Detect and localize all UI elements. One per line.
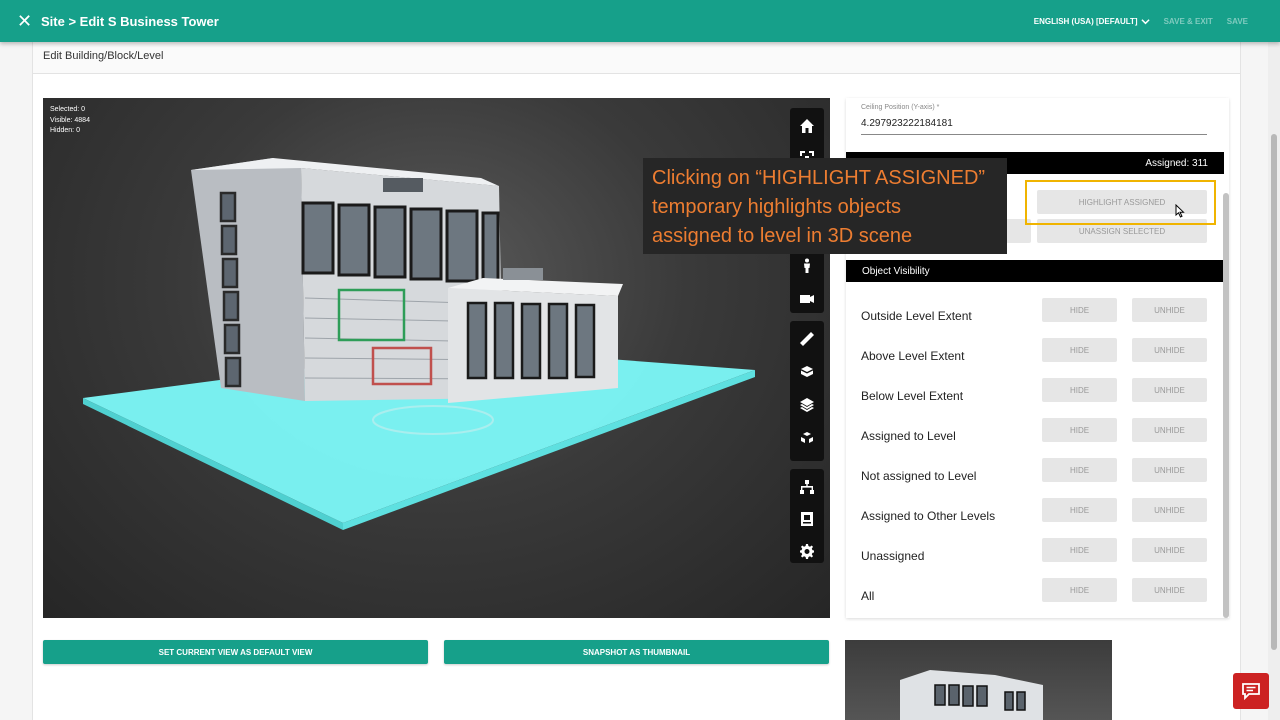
hierarchy-icon[interactable] xyxy=(797,477,817,497)
save-button[interactable]: SAVE xyxy=(1227,17,1248,26)
explode-icon[interactable] xyxy=(797,429,817,449)
set-default-view-button[interactable]: SET CURRENT VIEW AS DEFAULT VIEW xyxy=(43,640,428,664)
hide-button[interactable]: HIDE xyxy=(1042,298,1117,322)
hide-button[interactable]: HIDE xyxy=(1042,458,1117,482)
visibility-row-label: Outside Level Extent xyxy=(861,309,972,323)
hide-button[interactable]: HIDE xyxy=(1042,418,1117,442)
visibility-row: Assigned to Other Levels HIDE UNHIDE xyxy=(846,498,1224,538)
settings-icon[interactable] xyxy=(797,541,817,561)
language-label: ENGLISH (USA) [DEFAULT] xyxy=(1033,16,1138,26)
toolbar-group-tools xyxy=(790,321,824,461)
card-title: Edit Building/Block/Level xyxy=(33,42,1240,74)
visibility-row: All HIDE UNHIDE xyxy=(846,578,1224,618)
tutorial-callout: Clicking on “HIGHLIGHT ASSIGNED” tempora… xyxy=(643,158,1007,254)
callout-line-1: Clicking on “HIGHLIGHT ASSIGNED” xyxy=(652,167,986,189)
save-exit-button[interactable]: SAVE & EXIT xyxy=(1164,17,1213,26)
language-selector[interactable]: ENGLISH (USA) [DEFAULT] xyxy=(1034,17,1150,26)
visibility-row-label: Not assigned to Level xyxy=(861,469,977,483)
visibility-row: Not assigned to Level HIDE UNHIDE xyxy=(846,458,1224,498)
thumbnail-building xyxy=(900,670,1043,720)
assigned-count: Assigned: 311 xyxy=(1145,157,1208,169)
unhide-button[interactable]: UNHIDE xyxy=(1132,578,1207,602)
page-scrollbar-thumb[interactable] xyxy=(1271,134,1277,650)
object-visibility-title: Object Visibility xyxy=(862,265,930,277)
unhide-button[interactable]: UNHIDE xyxy=(1132,298,1207,322)
hide-button[interactable]: HIDE xyxy=(1042,498,1117,522)
panel-scrollbar[interactable] xyxy=(1223,193,1229,618)
visibility-row: Above Level Extent HIDE UNHIDE xyxy=(846,338,1224,378)
highlight-frame xyxy=(1025,180,1216,225)
unhide-button[interactable]: UNHIDE xyxy=(1132,418,1207,442)
toolbar-group-data xyxy=(790,469,824,563)
home-icon[interactable] xyxy=(797,116,817,136)
visibility-row: Unassigned HIDE UNHIDE xyxy=(846,538,1224,578)
unhide-button[interactable]: UNHIDE xyxy=(1132,458,1207,482)
mouse-cursor-icon xyxy=(1175,204,1185,218)
hide-button[interactable]: HIDE xyxy=(1042,538,1117,562)
unhide-button[interactable]: UNHIDE xyxy=(1132,338,1207,362)
hide-button[interactable]: HIDE xyxy=(1042,578,1117,602)
hide-button[interactable]: HIDE xyxy=(1042,338,1117,362)
visibility-row: Below Level Extent HIDE UNHIDE xyxy=(846,378,1224,418)
visibility-row: Assigned to Level HIDE UNHIDE xyxy=(846,418,1224,458)
visibility-row-label: Assigned to Other Levels xyxy=(861,509,996,523)
visibility-row-label: Below Level Extent xyxy=(861,389,964,403)
ceiling-position-label: Ceiling Position (Y-axis) * xyxy=(861,104,940,111)
visibility-row: Outside Level Extent HIDE UNHIDE xyxy=(846,298,1224,338)
page-title: Site > Edit S Business Tower xyxy=(41,13,219,29)
snapshot-thumbnail-button[interactable]: SNAPSHOT AS THUMBNAIL xyxy=(444,640,829,664)
section-box-icon[interactable] xyxy=(797,361,817,381)
person-icon[interactable] xyxy=(797,256,817,276)
callout-line-2: temporary highlights objects xyxy=(652,196,902,218)
chat-icon xyxy=(1242,683,1260,700)
visibility-row-label: All xyxy=(861,589,875,603)
layers-icon[interactable] xyxy=(797,395,817,415)
tower-left-face xyxy=(191,158,305,401)
close-icon[interactable]: ✕ xyxy=(17,12,33,30)
callout-line-3: assigned to level in 3D scene xyxy=(652,225,913,247)
unhide-button[interactable]: UNHIDE xyxy=(1132,378,1207,402)
header-actions: ENGLISH (USA) [DEFAULT] SAVE & EXIT SAVE xyxy=(1034,0,1248,42)
ruler-icon[interactable] xyxy=(797,329,817,349)
object-visibility-header: Object Visibility xyxy=(846,260,1224,282)
chevron-down-icon xyxy=(1140,18,1150,24)
visibility-row-label: Unassigned xyxy=(861,549,925,563)
ceiling-position-input[interactable]: 4.297923222184181 xyxy=(861,118,1207,135)
hide-button[interactable]: HIDE xyxy=(1042,378,1117,402)
camera-icon[interactable] xyxy=(797,288,817,308)
unhide-button[interactable]: UNHIDE xyxy=(1132,498,1207,522)
app-header: ✕ Site > Edit S Business Tower ENGLISH (… xyxy=(0,0,1280,42)
chat-button[interactable] xyxy=(1233,673,1269,709)
visibility-row-label: Assigned to Level xyxy=(861,429,956,443)
page-scrollbar[interactable] xyxy=(1268,42,1280,720)
properties-icon[interactable] xyxy=(797,509,817,529)
unhide-button[interactable]: UNHIDE xyxy=(1132,538,1207,562)
visibility-row-label: Above Level Extent xyxy=(861,349,965,363)
thumbnail-preview xyxy=(845,640,1112,720)
